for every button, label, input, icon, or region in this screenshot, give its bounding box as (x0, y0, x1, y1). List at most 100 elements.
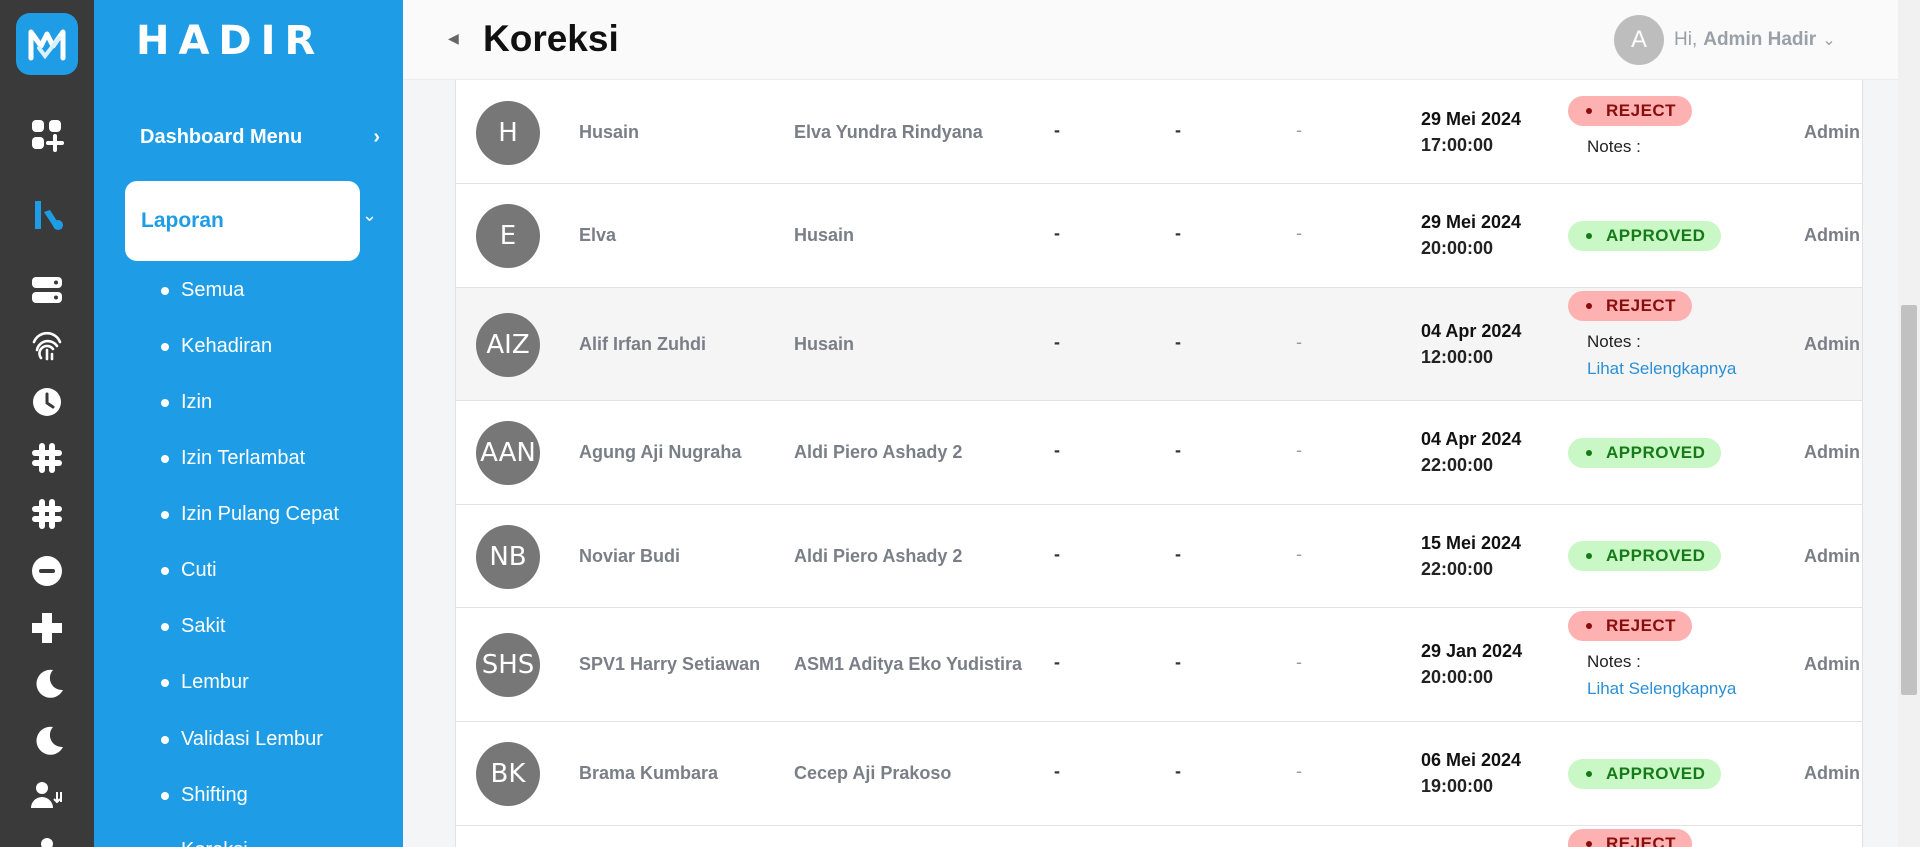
status-badge: APPROVED (1568, 221, 1722, 251)
avatar: AIZ (476, 313, 540, 377)
greeting-text: Hi, (1674, 29, 1698, 50)
avatar: NB (476, 525, 540, 589)
chevron-down-icon[interactable]: ⌄ (362, 205, 377, 226)
time-text: 22:00:00 (1421, 559, 1494, 579)
moon-icon[interactable] (27, 664, 67, 704)
avatar: H (476, 101, 540, 165)
table-row[interactable]: BK Brama Kumbara Cecep Aji Prakoso - - -… (456, 722, 1862, 826)
status-label: APPROVED (1606, 226, 1706, 245)
status-label: APPROVED (1606, 546, 1706, 565)
cell-value: - (1054, 761, 1060, 781)
cell-value: - (1175, 544, 1181, 564)
brand-title: HADIR (136, 18, 325, 64)
date-text: 04 Apr 2024 (1421, 321, 1522, 341)
apps-add-icon[interactable] (27, 115, 67, 155)
grid-hash-icon[interactable] (27, 438, 67, 478)
user-menu[interactable]: Hi, Admin Hadir ⌄ (1674, 29, 1836, 51)
status-label: APPROVED (1606, 764, 1706, 783)
table-row[interactable]: SHS SPV1 Harry Setiawan ASM1 Aditya Eko … (456, 608, 1862, 722)
notes-label: Notes : (1587, 137, 1641, 156)
employee-name: Agung Aji Nugraha (579, 442, 742, 462)
table-row[interactable]: NB Noviar Budi Aldi Piero Ashady 2 - - -… (456, 505, 1862, 608)
server-icon[interactable] (27, 270, 67, 310)
sidebar-subitem-shifting[interactable]: Shifting (161, 784, 248, 807)
cell-value: - (1296, 223, 1302, 243)
date-text: 29 Mei 2024 (1421, 109, 1522, 129)
collapse-sidebar-icon[interactable]: ◀ (448, 30, 459, 47)
see-more-link[interactable]: Lihat Selengkapnya (1587, 359, 1736, 379)
time-text: 17:00:00 (1421, 135, 1494, 155)
processed-by: Admin (1804, 546, 1860, 566)
sidebar-subitem-cuti[interactable]: Cuti (161, 559, 217, 582)
sidebar-subitem-kehadiran[interactable]: Kehadiran (161, 335, 272, 358)
bullet-icon (161, 791, 169, 800)
minus-circle-icon[interactable] (27, 551, 67, 591)
datetime: 29 Mei 2024 20:00:00 (1421, 209, 1521, 261)
chevron-down-icon: ⌄ (1822, 32, 1836, 49)
sidebar-subitem-label: Kehadiran (181, 335, 273, 357)
time-text: 12:00:00 (1421, 347, 1494, 367)
clock-icon[interactable] (27, 382, 67, 422)
sidebar-subitem-label: Izin Terlambat (181, 447, 306, 469)
cell-value: - (1054, 223, 1060, 243)
sidebar-item-laporan[interactable]: Laporan (125, 181, 360, 261)
sidebar-subitem-label: Izin (181, 391, 213, 413)
cell-value: - (1054, 120, 1060, 140)
status-badge: REJECT (1568, 291, 1693, 321)
top-header: ◀ Koreksi A Hi, Admin Hadir ⌄ (403, 0, 1920, 80)
sidebar-subitem-lembur[interactable]: Lembur (161, 671, 249, 694)
cell-value: - (1296, 761, 1302, 781)
sidebar-item-label: Dashboard Menu (140, 126, 303, 148)
table-row[interactable]: AAN Agung Aji Nugraha Aldi Piero Ashady … (456, 401, 1862, 505)
sidebar-subitem-sakit[interactable]: Sakit (161, 615, 225, 638)
time-text: 22:00:00 (1421, 455, 1494, 475)
employee-name: SPV1 Harry Setiawan (579, 654, 761, 674)
sidebar-subitem-koreksi[interactable]: Koreksi (161, 839, 248, 847)
grid-hash-icon[interactable] (27, 494, 67, 534)
cell-value: - (1054, 652, 1060, 672)
bullet-icon (161, 286, 169, 295)
table-row[interactable]: E Elva Husain - - - 29 Mei 2024 20:00:00 … (456, 184, 1862, 288)
date-text: 29 Mei 2024 (1421, 212, 1522, 232)
sidebar-subitem-label: Sakit (181, 615, 226, 637)
sidebar-subitem-izin-terlambat[interactable]: Izin Terlambat (161, 447, 305, 470)
approver-name: Elva Yundra Rindyana (794, 122, 983, 142)
status-badge: APPROVED (1568, 759, 1722, 789)
user-name: Admin Hadir (1703, 29, 1817, 50)
table-row[interactable]: REJECT (456, 826, 1862, 847)
cell-value: - (1175, 761, 1181, 781)
fingerprint-icon[interactable] (27, 326, 67, 366)
time-text: 20:00:00 (1421, 667, 1494, 687)
avatar[interactable]: A (1614, 15, 1664, 65)
user-switch-icon[interactable] (27, 776, 67, 816)
scrollbar-thumb[interactable] (1901, 305, 1917, 695)
approver-name: ASM1 Aditya Eko Yudistira (794, 654, 1023, 674)
sidebar-subitem-label: Shifting (181, 784, 248, 806)
status-label: APPROVED (1606, 443, 1706, 462)
user-icon[interactable] (27, 832, 67, 847)
avatar: AAN (476, 421, 540, 485)
time-text: 19:00:00 (1421, 776, 1494, 796)
bullet-icon (161, 622, 169, 631)
status-badge: REJECT (1568, 611, 1693, 641)
sidebar-item-dashboard-menu[interactable]: Dashboard Menu › (140, 126, 380, 149)
sidebar-subitem-validasi-lembur[interactable]: Validasi Lembur (161, 728, 323, 751)
app-logo-icon[interactable] (16, 13, 78, 75)
see-more-link[interactable]: Lihat Selengkapnya (1587, 679, 1736, 699)
table-row[interactable]: AIZ Alif Irfan Zuhdi Husain - - - 04 Apr… (456, 288, 1862, 401)
bullet-icon (161, 566, 169, 575)
table-row[interactable]: H Husain Elva Yundra Rindyana - - - 29 M… (456, 80, 1862, 184)
sidebar-subitem-izin-pulang-cepat[interactable]: Izin Pulang Cepat (161, 503, 339, 526)
plus-icon[interactable] (27, 608, 67, 648)
approver-name: Aldi Piero Ashady 2 (794, 442, 963, 462)
processed-by: Admin (1804, 763, 1860, 783)
notes-label: Notes : (1587, 332, 1641, 351)
sidebar-subitem-izin[interactable]: Izin (161, 391, 212, 414)
moon-icon[interactable] (27, 721, 67, 761)
cell-value: - (1296, 544, 1302, 564)
sidebar-subitem-semua[interactable]: Semua (161, 279, 244, 302)
logo-b-icon[interactable] (27, 196, 67, 236)
date-text: 29 Jan 2024 (1421, 641, 1523, 661)
status-label: REJECT (1606, 616, 1677, 635)
status-badge: REJECT (1568, 829, 1693, 847)
